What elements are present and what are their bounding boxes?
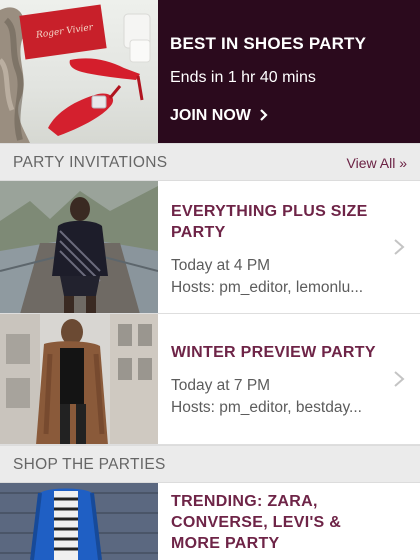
party-hosts: Hosts: pm_editor, lemonlu... [171,279,364,296]
promo-title: BEST IN SHOES PARTY [170,34,367,53]
party-invitations-header: PARTY INVITATIONS View All » [0,143,420,181]
party-time: Today at 4 PM [171,257,271,274]
party-invitation-item[interactable]: WINTER PREVIEW PARTY Today at 7 PM Hosts… [0,314,420,445]
chevron-right-icon [392,239,406,255]
party-time: Today at 7 PM [171,377,271,394]
shop-the-parties-header: SHOP THE PARTIES [0,445,420,483]
promo-image: Roger Vivier [0,0,158,143]
section-title: SHOP THE PARTIES [13,456,166,473]
party-invitation-item[interactable]: EVERYTHING PLUS SIZE PARTY Today at 4 PM… [0,181,420,314]
promo-text: BEST IN SHOES PARTY Ends in 1 hr 40 mins… [170,0,420,143]
party-image [0,483,158,560]
chevron-right-icon [392,371,406,387]
view-all-link[interactable]: View All » [347,155,407,171]
party-title: TRENDING: ZARA, CONVERSE, LEVI'S & MORE … [171,493,342,552]
party-info: EVERYTHING PLUS SIZE PARTY Today at 4 PM… [171,181,386,313]
join-now-button[interactable]: JOIN NOW [170,107,268,125]
party-image [0,181,158,313]
join-now-label: JOIN NOW [170,107,251,124]
party-image [0,314,158,444]
party-title: WINTER PREVIEW PARTY [171,344,376,361]
party-title: EVERYTHING PLUS SIZE PARTY [171,203,368,241]
chevron-right-icon [259,108,268,125]
promo-countdown: Ends in 1 hr 40 mins [170,69,316,86]
party-info: WINTER PREVIEW PARTY Today at 7 PM Hosts… [171,314,386,444]
party-info: TRENDING: ZARA, CONVERSE, LEVI'S & MORE … [171,483,386,560]
section-title: PARTY INVITATIONS [13,154,168,171]
shop-party-item[interactable]: TRENDING: ZARA, CONVERSE, LEVI'S & MORE … [0,483,420,560]
party-hosts: Hosts: pm_editor, bestday... [171,399,362,416]
promo-banner[interactable]: Roger Vivier BEST IN SHOES PARTY Ends in… [0,0,420,143]
